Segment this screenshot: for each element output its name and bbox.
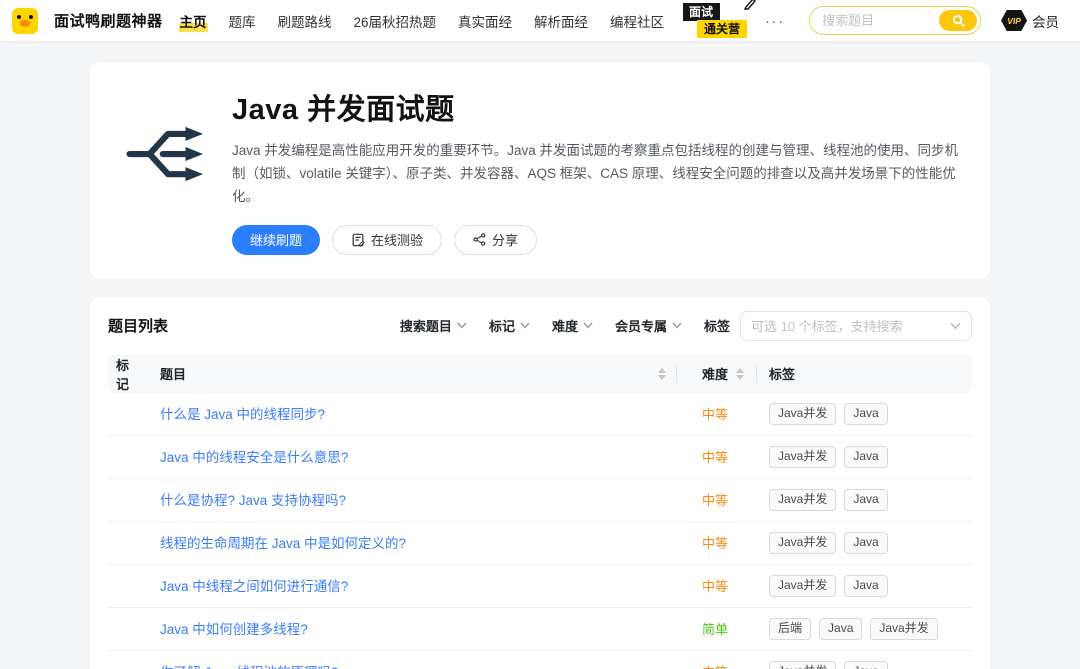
- difficulty-label: 简单: [676, 619, 756, 638]
- tags-cell: 后端 Java Java并发: [756, 618, 972, 641]
- question-link[interactable]: 线程的生命周期在 Java 中是如何定义的?: [160, 536, 406, 551]
- tags-cell: Java并发 Java: [756, 489, 972, 512]
- continue-practice-button[interactable]: 继续刷题: [232, 225, 320, 255]
- nav-item-0[interactable]: 主页: [179, 9, 208, 33]
- sort-title-control[interactable]: [656, 366, 668, 382]
- page-title: Java 并发面试题: [232, 86, 962, 128]
- sort-difficulty-control[interactable]: [734, 366, 746, 382]
- filter-dropdown-0[interactable]: 搜索题目: [400, 316, 467, 335]
- fork-branch-icon: [121, 112, 215, 196]
- tag-chip[interactable]: Java并发: [769, 532, 836, 555]
- filter-dropdown-3[interactable]: 会员专属: [615, 316, 682, 335]
- table-row: 什么是协程? Java 支持协程吗? 中等 Java并发 Java: [108, 479, 972, 522]
- filters-bar: 搜索题目 标记 难度 会员专属: [400, 316, 682, 335]
- table-header: 标记 题目 难度 标签: [108, 355, 972, 393]
- tag-chip[interactable]: Java并发: [769, 575, 836, 598]
- tag-chip[interactable]: Java并发: [769, 403, 836, 426]
- column-header-title: 题目: [152, 355, 676, 393]
- top-nav: 面试鸭刷题神器 主页题库刷题路线 26届秋招热题真实面经解析面经编程社区 面试 通…: [0, 0, 1080, 42]
- pencil-icon: [743, 0, 757, 10]
- interview-camp-badge[interactable]: 面试 通关营: [683, 3, 747, 38]
- search-box: [809, 6, 981, 35]
- table-row: 什么是 Java 中的线程同步? 中等 Java并发 Java: [108, 393, 972, 436]
- camp-badge-top: 面试: [683, 3, 720, 21]
- filter-dropdown-1[interactable]: 标记: [489, 316, 530, 335]
- table-row: 你了解 Java 线程池的原理吗? 中等 Java并发 Java: [108, 651, 972, 669]
- tag-chip[interactable]: Java并发: [870, 618, 937, 641]
- online-quiz-button[interactable]: 在线测验: [332, 225, 442, 255]
- share-button[interactable]: 分享: [454, 225, 537, 255]
- table-row: 线程的生命周期在 Java 中是如何定义的? 中等 Java并发 Java: [108, 522, 972, 565]
- tag-chip[interactable]: Java并发: [769, 661, 836, 669]
- table-row: Java 中的线程安全是什么意思? 中等 Java并发 Java: [108, 436, 972, 479]
- chevron-down-icon: [520, 322, 530, 329]
- tag-chip[interactable]: Java: [844, 661, 887, 669]
- tag-select-placeholder: 可选 10 个标签，支持搜索: [751, 316, 903, 335]
- chevron-down-icon: [583, 322, 593, 329]
- tag-chip[interactable]: Java: [844, 489, 887, 512]
- question-table-body: 什么是 Java 中的线程同步?中等Java并发JavaJava 中的线程安全是…: [108, 393, 972, 669]
- question-link[interactable]: 什么是协程? Java 支持协程吗?: [160, 493, 346, 508]
- tag-chip[interactable]: Java: [819, 618, 862, 641]
- tags-cell: Java并发 Java: [756, 661, 972, 669]
- difficulty-label: 中等: [676, 662, 756, 669]
- camp-badge-bottom: 通关营: [697, 20, 747, 38]
- chevron-down-icon: [672, 322, 682, 329]
- vip-icon: VIP: [1001, 10, 1027, 31]
- difficulty-label: 中等: [676, 576, 756, 595]
- column-header-difficulty: 难度: [676, 355, 756, 393]
- difficulty-label: 中等: [676, 404, 756, 423]
- vip-label: 会员: [1032, 11, 1059, 31]
- share-icon: [473, 233, 486, 246]
- tag-chip[interactable]: 后端: [769, 618, 811, 641]
- tag-chip[interactable]: Java并发: [769, 446, 836, 469]
- question-link[interactable]: 什么是 Java 中的线程同步?: [160, 407, 325, 422]
- quiz-paper-icon: [351, 233, 365, 247]
- question-link[interactable]: Java 中如何创建多线程?: [160, 622, 308, 637]
- duck-logo-icon[interactable]: [12, 8, 38, 34]
- tags-cell: Java并发 Java: [756, 403, 972, 426]
- hero-icon-box: [104, 86, 232, 196]
- tag-select[interactable]: 可选 10 个标签，支持搜索: [740, 311, 972, 341]
- question-link[interactable]: Java 中的线程安全是什么意思?: [160, 450, 348, 465]
- search-button[interactable]: [939, 10, 977, 31]
- difficulty-label: 中等: [676, 447, 756, 466]
- difficulty-label: 中等: [676, 533, 756, 552]
- table-row: Java 中如何创建多线程? 简单后端 Java Java并发: [108, 608, 972, 651]
- tag-filter-label: 标签: [704, 316, 730, 335]
- tag-chip[interactable]: Java: [844, 575, 887, 598]
- tag-chip[interactable]: Java并发: [769, 489, 836, 512]
- brand-title[interactable]: 面试鸭刷题神器: [54, 10, 163, 31]
- nav-item-6[interactable]: 编程社区: [609, 9, 665, 33]
- tags-cell: Java并发 Java: [756, 575, 972, 598]
- question-list-card: 题目列表 搜索题目标记难度会员专属 标签 可选 10 个标签，支持搜索 标记 题…: [90, 297, 990, 669]
- chevron-down-icon: [950, 322, 961, 330]
- topic-hero-card: Java 并发面试题 Java 并发编程是高性能应用开发的重要环节。Java 并…: [90, 62, 990, 279]
- tag-chip[interactable]: Java: [844, 446, 887, 469]
- tags-cell: Java并发 Java: [756, 532, 972, 555]
- question-link[interactable]: Java 中线程之间如何进行通信?: [160, 579, 348, 594]
- question-link[interactable]: 你了解 Java 线程池的原理吗?: [160, 665, 339, 669]
- search-icon: [952, 14, 965, 27]
- nav-item-1[interactable]: 题库: [228, 9, 257, 33]
- tag-chip[interactable]: Java: [844, 403, 887, 426]
- difficulty-label: 中等: [676, 490, 756, 509]
- column-header-mark: 标记: [108, 355, 152, 393]
- nav-item-5[interactable]: 解析面经: [533, 9, 589, 33]
- nav-item-2[interactable]: 刷题路线: [277, 9, 333, 33]
- topic-description: Java 并发编程是高性能应用开发的重要环节。Java 并发面试题的考察重点包括…: [232, 140, 962, 209]
- table-row: Java 中线程之间如何进行通信? 中等 Java并发 Java: [108, 565, 972, 608]
- nav-item-4[interactable]: 真实面经: [457, 9, 513, 33]
- chevron-down-icon: [457, 322, 467, 329]
- more-menu-icon[interactable]: ···: [763, 13, 787, 29]
- tag-chip[interactable]: Java: [844, 532, 887, 555]
- list-title: 题目列表: [108, 315, 400, 336]
- search-input[interactable]: [822, 13, 939, 28]
- vip-member-link[interactable]: VIP 会员: [1001, 10, 1059, 31]
- column-header-tags: 标签: [756, 355, 972, 393]
- main-nav: 主页题库刷题路线 26届秋招热题真实面经解析面经编程社区: [179, 9, 666, 33]
- tags-cell: Java并发 Java: [756, 446, 972, 469]
- nav-item-3[interactable]: 26届秋招热题: [353, 9, 438, 33]
- filter-dropdown-2[interactable]: 难度: [552, 316, 593, 335]
